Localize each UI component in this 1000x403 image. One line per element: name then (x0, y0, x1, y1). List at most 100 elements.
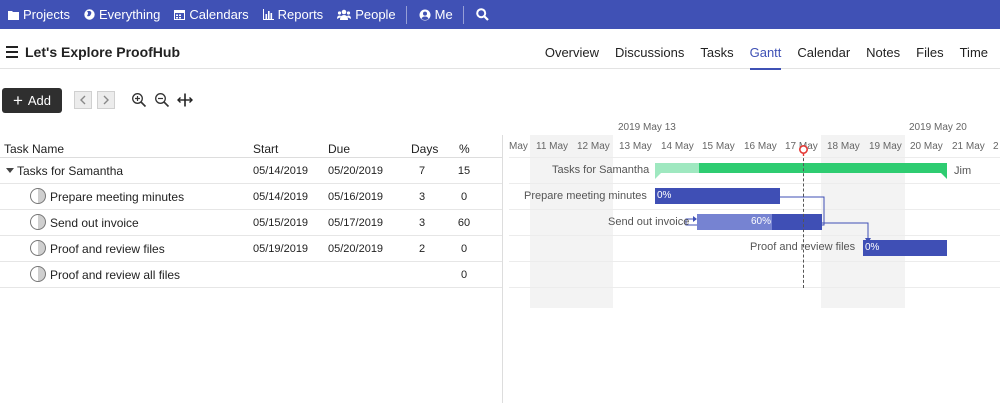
gantt-bar-percent: 0% (657, 190, 672, 201)
nav-calendars-label: Calendars (189, 7, 249, 22)
task-due: 05/20/2019 (328, 243, 384, 255)
summary-progress-fill (655, 163, 699, 173)
gantt-bar-task[interactable]: 0% (655, 188, 780, 204)
task-name: Proof and review all files (50, 268, 181, 282)
table-row[interactable]: Tasks for Samantha 05/14/2019 05/20/2019… (0, 158, 502, 184)
nav-people[interactable]: People (329, 0, 401, 29)
task-name: Send out invoice (50, 216, 139, 230)
task-pct: 60 (457, 217, 471, 229)
folder-icon (8, 10, 19, 20)
tab-discussions[interactable]: Discussions (615, 38, 684, 69)
task-due: 05/17/2019 (328, 217, 384, 229)
nav-calendars[interactable]: Calendars (166, 0, 254, 29)
header-start[interactable]: Start (253, 142, 278, 156)
fit-width-icon[interactable] (177, 92, 193, 108)
nav-projects-label: Projects (23, 7, 70, 22)
header-task-name[interactable]: Task Name (4, 142, 64, 156)
task-start: 05/15/2019 (253, 217, 309, 229)
tab-gantt[interactable]: Gantt (749, 38, 781, 70)
task-start: 05/14/2019 (253, 165, 309, 177)
task-days: 7 (418, 165, 426, 177)
table-row[interactable]: Proof and review all files 0 (0, 262, 502, 288)
people-icon (337, 9, 352, 20)
tab-calendar[interactable]: Calendar (797, 38, 850, 69)
nav-projects[interactable]: Projects (0, 0, 76, 29)
task-pct: 15 (457, 165, 471, 177)
user-circle-icon (419, 9, 431, 20)
task-start: 05/14/2019 (253, 191, 309, 203)
gantt-bar-summary[interactable] (655, 163, 947, 173)
task-pct: 0 (460, 191, 468, 203)
task-name: Proof and review files (50, 242, 165, 256)
task-due: 05/16/2019 (328, 191, 384, 203)
tab-notes[interactable]: Notes (866, 38, 900, 69)
calendar-icon (174, 10, 186, 20)
prev-button[interactable] (74, 91, 92, 109)
project-tabs: Overview Discussions Tasks Gantt Calenda… (529, 38, 988, 70)
grid-gantt-splitter[interactable] (502, 135, 503, 403)
nav-everything[interactable]: Everything (76, 0, 166, 29)
gantt-bar-percent: 0% (865, 242, 880, 253)
gantt-bar-percent: 60% (751, 216, 772, 227)
task-due: 05/20/2019 (328, 165, 384, 177)
add-button-label: Add (27, 93, 52, 108)
nav-people-label: People (355, 7, 396, 22)
nav-me-label: Me (434, 7, 453, 22)
today-marker-line (803, 153, 804, 288)
task-name: Prepare meeting minutes (50, 190, 185, 204)
tab-files[interactable]: Files (916, 38, 943, 69)
project-title: Let's Explore ProofHub (25, 44, 181, 60)
table-row[interactable]: Proof and review files 05/19/2019 05/20/… (0, 236, 502, 262)
task-days: 3 (418, 217, 426, 229)
task-days: 2 (418, 243, 426, 255)
nav-divider (462, 5, 464, 24)
gantt-bar-label: Send out invoice (608, 216, 690, 228)
nav-everything-label: Everything (98, 7, 161, 22)
task-days: 3 (418, 191, 426, 203)
chevron-right-icon (103, 95, 109, 105)
table-row[interactable]: Prepare meeting minutes 05/14/2019 05/16… (0, 184, 502, 210)
gantt-bar-label: Tasks for Samantha (552, 164, 650, 176)
task-status-circle-icon[interactable] (30, 266, 46, 282)
zoom-in-icon[interactable] (131, 92, 147, 108)
gantt-chart: 2019 May 13 2019 May 20 May 11 May 12 Ma… (509, 115, 1000, 403)
nav-reports[interactable]: Reports (255, 0, 330, 29)
header-days[interactable]: Days (411, 142, 438, 156)
nav-divider (405, 5, 407, 24)
task-status-circle-icon[interactable] (30, 240, 46, 256)
tab-overview[interactable]: Overview (545, 38, 599, 69)
task-status-circle-icon[interactable] (30, 188, 46, 204)
search-icon (475, 8, 489, 21)
nav-search[interactable] (468, 0, 499, 29)
nav-me[interactable]: Me (411, 0, 459, 29)
bar-chart-icon (262, 9, 274, 20)
gantt-bar-label: Prepare meeting minutes (524, 190, 647, 202)
grid-header-divider (0, 157, 502, 158)
chevron-left-icon (80, 95, 86, 105)
table-row[interactable]: Send out invoice 05/15/2019 05/17/2019 3… (0, 210, 502, 236)
top-nav: Projects Everything Calendars Reports Pe… (0, 0, 1000, 29)
tab-time[interactable]: Time (960, 38, 988, 69)
task-start: 05/19/2019 (253, 243, 309, 255)
zoom-out-icon[interactable] (154, 92, 170, 108)
gantt-bar-assignee: Jim (954, 165, 972, 177)
header-pct[interactable]: % (459, 142, 470, 156)
project-header: Let's Explore ProofHub Overview Discussi… (0, 38, 1000, 70)
globe-icon (84, 9, 95, 20)
hamburger-menu-icon[interactable] (6, 46, 18, 58)
collapse-caret-icon[interactable] (6, 168, 14, 173)
plus-icon: + (12, 91, 23, 110)
today-marker-icon[interactable] (798, 144, 809, 156)
task-status-circle-icon[interactable] (30, 214, 46, 230)
task-pct: 0 (460, 243, 468, 255)
tab-tasks[interactable]: Tasks (700, 38, 733, 69)
task-pct: 0 (460, 269, 468, 281)
summary-end-notch-icon (941, 173, 947, 179)
add-button[interactable]: + Add (2, 88, 62, 113)
gantt-bar-task[interactable]: 0% (863, 240, 947, 256)
summary-start-notch-icon (655, 173, 661, 179)
nav-reports-label: Reports (277, 7, 324, 22)
task-name: Tasks for Samantha (17, 164, 124, 178)
next-button[interactable] (97, 91, 115, 109)
header-due[interactable]: Due (328, 142, 350, 156)
